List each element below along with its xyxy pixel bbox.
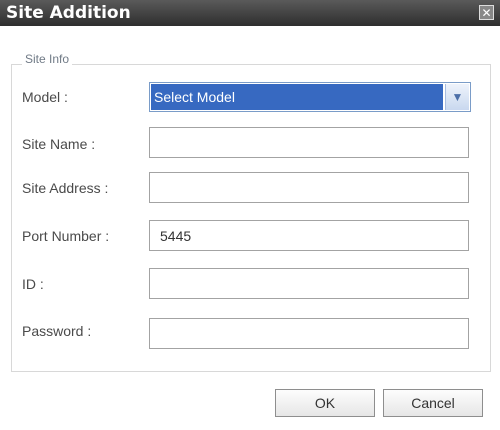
password-field[interactable]: [149, 318, 469, 349]
id-field[interactable]: [149, 268, 469, 299]
close-icon[interactable]: ✕: [479, 5, 494, 20]
site-name-label: Site Name :: [22, 136, 96, 152]
site-address-field[interactable]: [149, 172, 469, 203]
model-label: Model :: [22, 89, 68, 105]
dialog-title: Site Addition: [6, 3, 131, 23]
port-number-field[interactable]: [149, 220, 469, 251]
model-select-value: Select Model: [151, 84, 443, 110]
site-address-label: Site Address :: [22, 180, 109, 196]
cancel-button[interactable]: Cancel: [383, 389, 483, 417]
model-select[interactable]: Select Model ▼: [149, 82, 471, 112]
chevron-down-icon[interactable]: ▼: [445, 84, 469, 110]
port-number-label: Port Number :: [22, 228, 110, 244]
site-name-field[interactable]: [149, 127, 469, 158]
password-label: Password :: [22, 323, 92, 339]
dialog-titlebar: Site Addition ✕: [0, 0, 500, 26]
ok-button[interactable]: OK: [275, 389, 375, 417]
site-info-group-title: Site Info: [22, 52, 73, 66]
id-label: ID :: [22, 276, 44, 292]
